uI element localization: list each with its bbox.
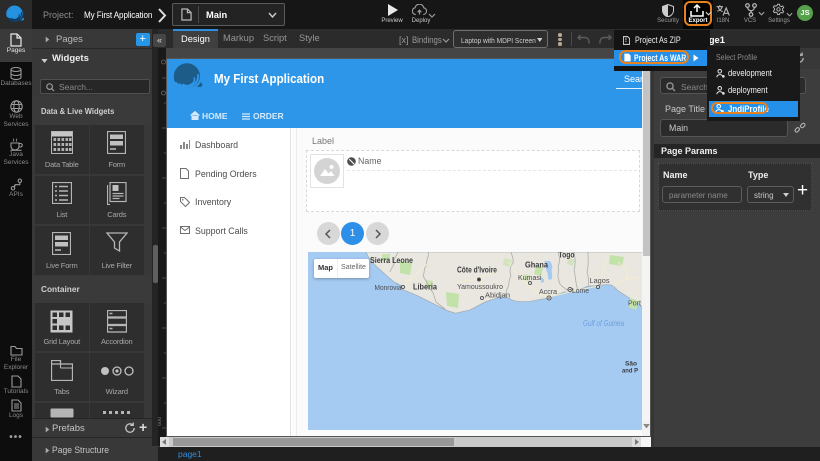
svg-text:Liberia: Liberia bbox=[413, 282, 437, 292]
svg-text:Gulf of Guinea: Gulf of Guinea bbox=[583, 319, 624, 328]
svg-text:Monrovia: Monrovia bbox=[375, 283, 403, 292]
svg-text:Togo: Togo bbox=[559, 252, 575, 260]
svg-text:Port: Port bbox=[628, 299, 642, 308]
svg-text:Kumasi: Kumasi bbox=[518, 273, 542, 282]
svg-text:Sierra Leone: Sierra Leone bbox=[370, 256, 413, 265]
svg-text:Côte d'Ivoire: Côte d'Ivoire bbox=[457, 265, 497, 275]
svg-text:Accra: Accra bbox=[539, 287, 558, 296]
svg-text:Lagos: Lagos bbox=[590, 276, 610, 285]
svg-text:600: 600 bbox=[158, 416, 163, 425]
svg-text:and P: and P bbox=[622, 368, 639, 375]
svg-text:São: São bbox=[625, 361, 637, 368]
svg-text:Lome: Lome bbox=[572, 286, 589, 295]
svg-text:Abidjan: Abidjan bbox=[485, 291, 510, 300]
svg-text:Ghana: Ghana bbox=[525, 260, 548, 270]
